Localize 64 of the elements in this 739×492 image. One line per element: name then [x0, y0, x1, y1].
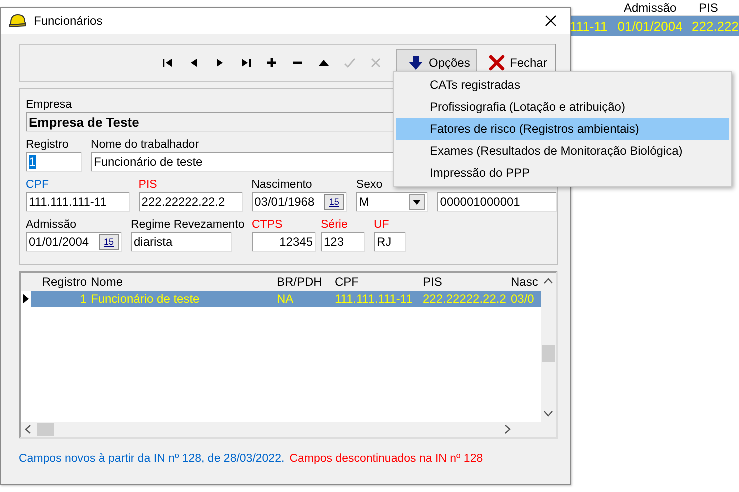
dropdown-field[interactable]: M — [356, 192, 428, 212]
table-cell-text: 111.111.111-11 — [334, 292, 414, 306]
column-header[interactable]: Registro — [31, 275, 89, 289]
table-cell: 222.222 — [692, 18, 739, 34]
input-field[interactable]: 123 — [321, 232, 365, 252]
table-cell-text: 1 — [79, 292, 88, 306]
table-cell-text: 01/01/2004 — [618, 18, 684, 34]
column-header[interactable]: BR/PDH — [275, 275, 333, 289]
date-field[interactable]: 03/01/1968 15 — [252, 192, 348, 212]
input-field[interactable]: 1 — [26, 152, 82, 172]
field-label: Regime Revezamento — [131, 218, 245, 232]
field-label: Nome do trabalhador — [91, 138, 200, 152]
x-icon — [370, 57, 382, 69]
field-label: UF — [374, 218, 390, 232]
input-field[interactable]: 111.111.111-11 — [26, 192, 130, 212]
close-icon[interactable] — [545, 15, 557, 27]
table-cell-text: 03/0 — [510, 292, 536, 306]
field-label: Registro — [26, 138, 69, 152]
close-button[interactable]: Fechar — [485, 49, 552, 77]
close-icon — [489, 55, 505, 71]
scroll-thumb[interactable] — [37, 423, 54, 436]
input-field[interactable]: 222.22222.22.2 — [138, 192, 243, 212]
menu-item[interactable]: CATs registradas — [396, 74, 729, 96]
column-header: PIS — [699, 2, 718, 15]
field-label: Empresa — [26, 98, 72, 112]
input-field[interactable]: RJ — [374, 232, 406, 252]
field-label: CPF — [26, 178, 49, 192]
scroll-up-icon[interactable] — [544, 278, 553, 284]
scroll-down-icon[interactable] — [544, 411, 553, 417]
calendar-button[interactable]: 15 — [324, 194, 344, 210]
field-label: CTPS — [252, 218, 283, 232]
column-header[interactable]: Nasc — [509, 275, 541, 289]
table-cell-text: 111-11 — [570, 18, 609, 34]
date-field[interactable]: 01/01/2004 15 — [26, 232, 122, 252]
column-header: Admissão — [624, 2, 678, 15]
helmet-icon — [9, 13, 27, 29]
scroll-left-icon[interactable] — [25, 425, 31, 434]
legend-note: Campos novos à partir da IN nº 128, de 28/03/2022. — [19, 453, 285, 465]
skip-start-icon — [162, 57, 174, 69]
plus-icon — [266, 57, 278, 69]
column-header[interactable]: PIS — [421, 275, 509, 289]
input-field[interactable]: diarista — [131, 232, 232, 252]
field-label: Sexo — [356, 178, 383, 192]
scroll-right-icon[interactable] — [505, 425, 511, 434]
column-header[interactable]: CPF — [333, 275, 421, 289]
skip-end-icon — [240, 57, 252, 69]
field-label: PIS — [138, 178, 158, 192]
table-cell-text: Funcionário de teste — [90, 292, 201, 306]
menu-item[interactable]: Fatores de risco (Registros ambientais) — [396, 118, 729, 140]
legend-note: Campos descontinuados na IN nº 128 — [290, 453, 484, 465]
column-header[interactable]: Nome — [89, 275, 275, 289]
dropdown-arrow-icon[interactable] — [413, 200, 422, 204]
table-cell-text: 222.22222.22.2 — [422, 292, 508, 306]
calendar-button[interactable]: 15 — [99, 234, 119, 250]
input-field[interactable]: 000001000001 — [437, 192, 558, 212]
field-label: Admissão — [26, 218, 76, 232]
window-title: Funcionários — [34, 14, 104, 28]
checkmark-icon — [344, 57, 356, 69]
field-label: Série — [321, 218, 348, 232]
input-field[interactable]: 12345 — [252, 232, 316, 252]
field-label: Nascimento — [252, 178, 312, 192]
down-arrow-icon — [409, 56, 423, 70]
scroll-thumb[interactable] — [542, 345, 555, 362]
table-cell-text: NA — [276, 292, 295, 306]
